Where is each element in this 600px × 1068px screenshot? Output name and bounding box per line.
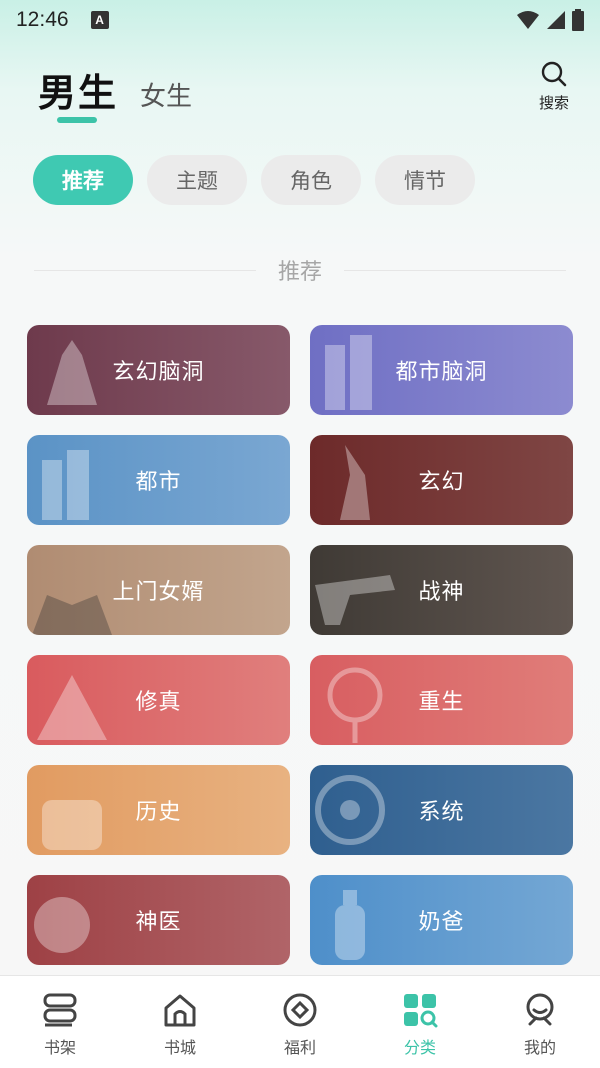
gender-tabs: 男生 女生	[38, 62, 192, 117]
category-card[interactable]: 历史	[27, 765, 290, 855]
category-card[interactable]: 修真	[27, 655, 290, 745]
category-label: 修真	[135, 690, 182, 715]
category-art-icon	[340, 445, 370, 520]
nav-welfare[interactable]: 福利	[240, 976, 360, 1068]
category-label: 都市	[135, 470, 182, 495]
category-card[interactable]: 都市脑洞	[310, 325, 573, 415]
category-card[interactable]: 上门女婿	[27, 545, 290, 635]
wifi-icon	[517, 11, 539, 29]
category-label: 神医	[135, 910, 182, 935]
tab-male[interactable]: 男生	[38, 62, 118, 117]
category-art-icon	[325, 335, 372, 410]
category-card[interactable]: 都市	[27, 435, 290, 525]
status-time: 12:46	[16, 8, 69, 31]
nav-label: 书架	[43, 1038, 76, 1057]
category-label: 奶爸	[418, 910, 465, 935]
status-icons	[516, 9, 584, 31]
category-label: 玄幻	[418, 470, 465, 495]
battery-icon	[572, 9, 584, 31]
section-header: 推荐	[34, 250, 567, 290]
category-card[interactable]: 系统	[310, 765, 573, 855]
category-icon	[404, 994, 438, 1028]
search-button[interactable]: 搜索	[532, 60, 576, 120]
category-label: 历史	[135, 800, 182, 825]
category-card[interactable]: 神医	[27, 875, 290, 965]
nav-category[interactable]: 分类	[360, 976, 480, 1068]
status-bar: 12:46 A	[0, 0, 600, 40]
chip-role[interactable]: 角色	[261, 155, 361, 205]
welfare-icon	[283, 993, 317, 1027]
category-art-icon	[34, 897, 90, 953]
chip-recommend[interactable]: 推荐	[33, 155, 133, 205]
notification-badge: A	[90, 11, 109, 29]
nav-label: 福利	[283, 1038, 316, 1057]
search-label: 搜索	[538, 94, 569, 112]
active-tab-indicator	[57, 117, 97, 123]
category-art-icon	[42, 450, 89, 520]
search-icon	[541, 61, 567, 87]
category-card[interactable]: 玄幻	[310, 435, 573, 525]
filter-chips: 推荐 主题 角色 情节	[33, 155, 475, 205]
section-title: 推荐	[278, 260, 323, 285]
category-art-icon	[32, 595, 112, 635]
home-icon	[164, 994, 196, 1027]
nav-bookstore[interactable]: 书城	[120, 976, 240, 1068]
chip-theme[interactable]: 主题	[147, 155, 247, 205]
nav-profile[interactable]: 我的	[480, 976, 600, 1068]
category-art-icon	[335, 890, 365, 960]
divider	[34, 269, 256, 271]
category-label: 上门女婿	[112, 580, 205, 605]
category-art-icon	[315, 575, 395, 625]
category-label: 战神	[418, 580, 465, 605]
bookshelf-icon	[43, 993, 77, 1027]
category-card[interactable]: 重生	[310, 655, 573, 745]
nav-label: 我的	[523, 1038, 556, 1057]
nav-label: 书城	[163, 1038, 196, 1057]
category-label: 系统	[418, 800, 465, 825]
category-card[interactable]: 奶爸	[310, 875, 573, 965]
category-art-icon	[315, 775, 385, 845]
signal-icon	[547, 11, 565, 29]
category-grid: 玄幻脑洞 都市脑洞 都市 玄幻 上门女婿 战神 修真 重生 历史 系统 神医 奶…	[27, 325, 573, 965]
category-card[interactable]: 玄幻脑洞	[27, 325, 290, 415]
category-card[interactable]: 战神	[310, 545, 573, 635]
divider	[344, 269, 567, 271]
category-label: 都市脑洞	[395, 360, 488, 385]
category-art-icon	[42, 800, 102, 850]
profile-icon	[526, 993, 554, 1026]
category-label: 重生	[418, 690, 465, 715]
tab-female[interactable]: 女生	[140, 76, 192, 113]
category-art-icon	[47, 340, 97, 405]
category-art-icon	[37, 675, 107, 740]
category-art-icon	[327, 667, 383, 743]
nav-label: 分类	[403, 1038, 436, 1057]
bottom-nav: 书架 书城 福利 分类 我的	[0, 975, 600, 1068]
chip-plot[interactable]: 情节	[375, 155, 475, 205]
category-label: 玄幻脑洞	[112, 360, 205, 385]
nav-bookshelf[interactable]: 书架	[0, 976, 120, 1068]
